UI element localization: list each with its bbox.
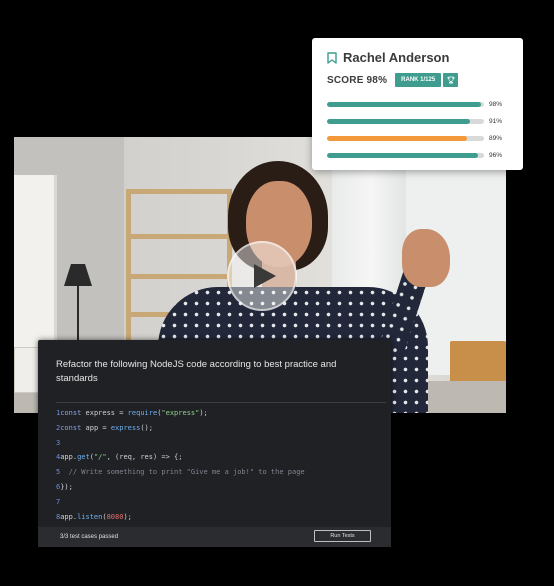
test-status: 3/3 test cases passed <box>60 534 119 540</box>
candidate-score-card: Rachel Anderson SCORE 98% RANK 1/125 98%… <box>312 38 523 170</box>
background-door <box>14 175 57 355</box>
code-editor[interactable]: 1 const express = require("express"); 2 con… <box>56 406 305 524</box>
code-token: express <box>110 423 141 432</box>
rank-badge: RANK 1/125 <box>395 73 442 87</box>
skill-bar-row: 91% <box>327 113 517 130</box>
skill-bar-row: 98% <box>327 96 517 113</box>
code-token: "/" <box>93 453 107 462</box>
progress-track <box>327 153 484 158</box>
progress-percent: 96% <box>489 152 503 159</box>
skill-bar-row: 89% <box>327 130 517 147</box>
code-token: app. <box>60 512 78 521</box>
code-token: require <box>127 409 158 417</box>
code-token: app. <box>60 453 78 462</box>
code-token: app = <box>85 423 111 432</box>
code-line: 3 <box>56 436 305 451</box>
progress-track <box>327 119 484 124</box>
code-token: const <box>60 423 86 432</box>
run-tests-button[interactable]: Run Tests <box>314 530 371 542</box>
bookmark-icon[interactable] <box>327 51 337 64</box>
code-line: 7 <box>56 495 305 510</box>
candidate-header: Rachel Anderson <box>327 50 449 65</box>
code-token: ); <box>199 409 208 417</box>
code-token: (); <box>140 423 153 432</box>
code-token: get <box>77 453 90 462</box>
play-icon <box>253 264 276 288</box>
challenge-prompt: Refactor the following NodeJS code accor… <box>56 359 337 384</box>
code-line: 6}); <box>56 480 305 495</box>
code-token: express = <box>85 409 128 417</box>
code-line: 5 // Write something to print "Give me a… <box>56 465 305 480</box>
progress-percent: 98% <box>489 101 503 108</box>
progress-fill <box>327 102 481 107</box>
code-line: 1 const express = require("express"); <box>56 406 305 421</box>
code-token: listen <box>77 512 103 521</box>
divider <box>56 402 386 403</box>
test-footer: 3/3 test cases passed Run Tests <box>38 527 391 547</box>
progress-percent: 91% <box>489 118 503 125</box>
code-challenge-panel: Refactor the following NodeJS code accor… <box>38 340 391 547</box>
trophy-badge <box>443 73 459 87</box>
code-line: 8 app. listen(8080); <box>56 510 305 525</box>
code-token: // Write something to print "Give me a j… <box>60 468 305 477</box>
play-button[interactable] <box>227 241 297 311</box>
progress-track <box>327 136 484 141</box>
code-token: const <box>60 409 86 417</box>
progress-fill <box>327 119 470 124</box>
progress-fill <box>327 153 478 158</box>
candidate-name: Rachel Anderson <box>343 50 450 65</box>
code-token: ); <box>123 512 132 521</box>
line-number: 7 <box>56 497 61 506</box>
code-token: "express" <box>161 409 200 417</box>
skill-bars: 98% 91% 89% 96% <box>327 96 517 164</box>
code-token: 8080 <box>106 512 124 521</box>
code-line: 2 const app = express (); <box>56 421 305 436</box>
trophy-icon <box>447 76 455 84</box>
score-label: SCORE 98% <box>327 74 388 86</box>
person-hand <box>402 229 450 287</box>
code-token: }); <box>60 482 73 491</box>
code-token: , (req, res) => {; <box>106 453 183 462</box>
skill-bar-row: 96% <box>327 147 517 164</box>
code-line: 4 app. get("/", (req, res) => {; <box>56 450 305 465</box>
score-row: SCORE 98% RANK 1/125 <box>327 73 459 87</box>
line-number: 3 <box>56 438 61 447</box>
progress-fill <box>327 136 467 141</box>
progress-track <box>327 102 484 107</box>
progress-percent: 89% <box>489 135 503 142</box>
